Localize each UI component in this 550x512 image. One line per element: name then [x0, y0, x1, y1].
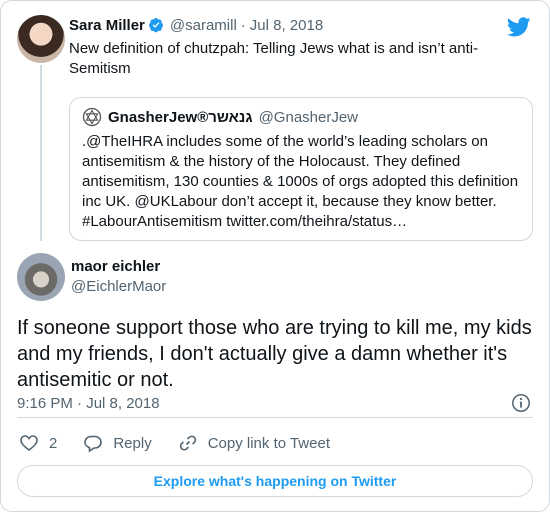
- parent-tweet-text: New definition of chutzpah: Telling Jews…: [69, 40, 479, 77]
- divider: [17, 417, 533, 418]
- reply-label: Reply: [113, 434, 152, 452]
- quoted-tweet-header: GnasherJew®גנאשר @GnasherJew: [82, 106, 520, 128]
- parent-tweet-date[interactable]: Jul 8, 2018: [250, 17, 323, 34]
- tweet-timestamp[interactable]: 9:16 PM · Jul 8, 2018: [17, 395, 160, 412]
- parent-tweet-body: Sara Miller @saramill · Jul 8, 2018 New …: [69, 13, 503, 79]
- main-tweet-text: If soneone support those who are trying …: [17, 317, 532, 391]
- main-author[interactable]: maor eichler @EichlerMaor: [71, 257, 166, 297]
- tweet-embed-card: Sara Miller @saramill · Jul 8, 2018 New …: [0, 0, 550, 512]
- thread-connector-line: [40, 65, 42, 241]
- copy-link-label: Copy link to Tweet: [207, 434, 330, 452]
- main-author-name[interactable]: maor eichler: [71, 257, 166, 277]
- quoted-tweet-text: .@TheIHRA includes some of the world’s l…: [82, 133, 519, 230]
- avatar[interactable]: [17, 253, 65, 301]
- quoted-tweet[interactable]: GnasherJew®גנאשר @GnasherJew .@TheIHRA i…: [69, 97, 533, 241]
- parent-author-name[interactable]: Sara Miller: [69, 17, 145, 34]
- info-icon[interactable]: [511, 393, 531, 413]
- like-count: 2: [49, 434, 58, 452]
- copy-link-button[interactable]: Copy link to Tweet: [178, 433, 330, 453]
- quoted-author-name: GnasherJew®גנאשר: [108, 108, 253, 126]
- gnasherjew-avatar-icon: [82, 107, 102, 127]
- twitter-bird-icon[interactable]: [507, 15, 531, 39]
- verified-badge-icon: [148, 18, 163, 33]
- reply-bubble-icon: [84, 435, 103, 453]
- quoted-author-handle: @GnasherJew: [258, 108, 359, 126]
- separator-dot: ·: [240, 16, 246, 34]
- explore-twitter-button[interactable]: Explore what's happening on Twitter: [17, 465, 533, 497]
- parent-author-handle[interactable]: @saramill: [170, 17, 237, 34]
- main-author-handle[interactable]: @EichlerMaor: [71, 277, 166, 297]
- avatar[interactable]: [17, 15, 65, 63]
- reply-button[interactable]: Reply: [83, 433, 152, 453]
- link-icon: [179, 435, 196, 451]
- heart-icon: [20, 435, 38, 452]
- tweet-actions: 2 Reply Copy link to Tweet: [19, 433, 356, 453]
- like-button[interactable]: 2: [19, 433, 57, 453]
- parent-author-row: Sara Miller @saramill · Jul 8, 2018: [69, 13, 503, 37]
